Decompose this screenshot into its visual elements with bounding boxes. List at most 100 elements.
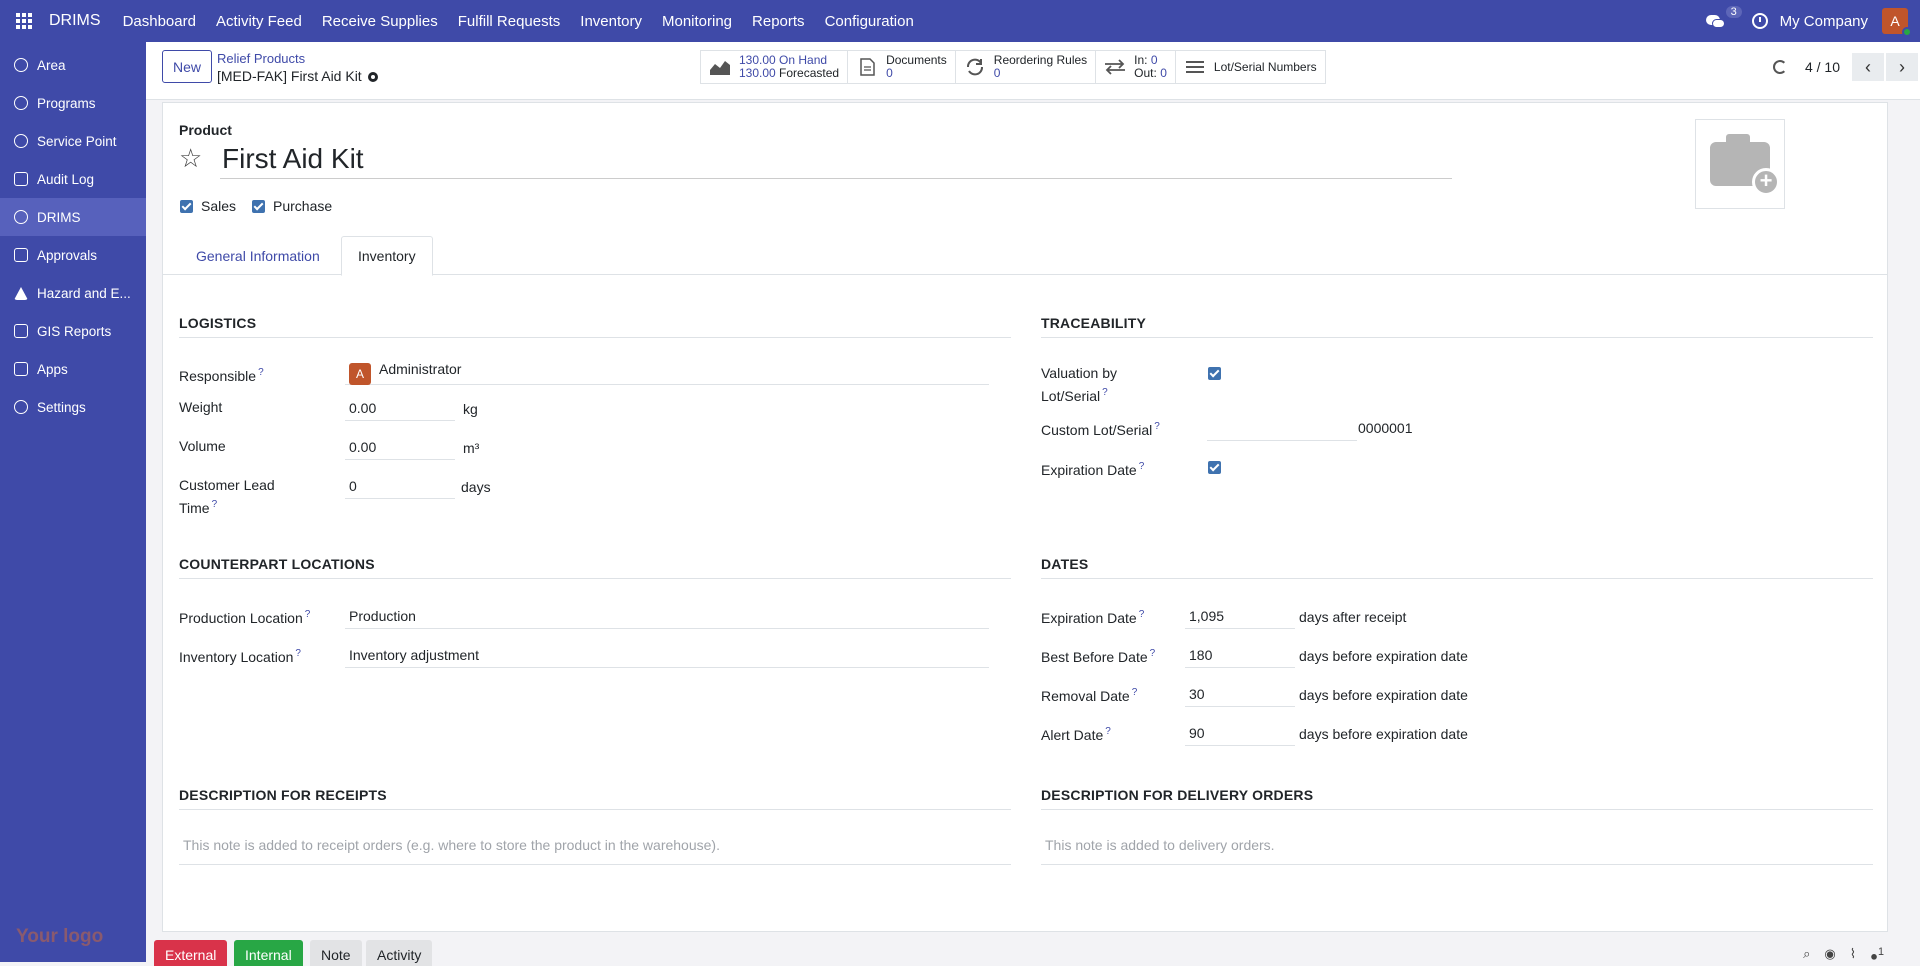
alert-days-input[interactable]: 90: [1185, 722, 1295, 746]
pager-next-button[interactable]: ›: [1886, 53, 1918, 81]
paperclip-icon[interactable]: ⌇: [1850, 946, 1856, 963]
favorite-star-icon[interactable]: ☆: [179, 143, 202, 174]
help-icon[interactable]: ?: [1139, 461, 1145, 472]
sidebar-item-settings[interactable]: Settings: [0, 388, 146, 426]
customer-lead-time-input[interactable]: 0: [345, 475, 455, 499]
sidebar-item-programs[interactable]: Programs: [0, 84, 146, 122]
best-before-days-input[interactable]: 180: [1185, 644, 1295, 668]
gear-icon[interactable]: [367, 72, 378, 82]
camera-icon: +: [1710, 134, 1780, 196]
responsible-label: Responsible?: [179, 363, 264, 386]
apps-menu-button[interactable]: [0, 0, 48, 42]
help-icon[interactable]: ?: [258, 367, 264, 378]
sidebar-item-audit-log[interactable]: Audit Log: [0, 160, 146, 198]
purchase-checkbox[interactable]: Purchase: [252, 198, 332, 214]
expiration-days-input[interactable]: 1,095: [1185, 605, 1295, 629]
send-message-button[interactable]: External: [154, 940, 228, 966]
expiration-date-checkbox[interactable]: [1208, 461, 1221, 474]
checkbox-checked-icon: [252, 199, 265, 213]
in-out-button[interactable]: In: 0 Out: 0: [1096, 51, 1176, 83]
receipts-section-title: DESCRIPTION FOR RECEIPTS: [179, 787, 1011, 810]
new-button[interactable]: New: [162, 50, 212, 83]
help-icon[interactable]: ?: [1102, 387, 1108, 398]
company-switcher[interactable]: My Company: [1780, 13, 1868, 30]
lot-serial-button[interactable]: Lot/Serial Numbers: [1176, 51, 1325, 83]
activity-clock-icon[interactable]: [1751, 13, 1768, 29]
plus-icon: +: [1752, 168, 1780, 196]
sidebar-item-label: Hazard and E...: [37, 285, 131, 301]
help-icon[interactable]: ?: [1150, 648, 1156, 659]
menu-reports[interactable]: Reports: [752, 13, 805, 30]
logistics-section-title: LOGISTICS: [179, 315, 1011, 338]
delivery-description-input[interactable]: This note is added to delivery orders.: [1041, 825, 1873, 865]
messages-count-badge: 3: [1725, 6, 1742, 18]
eye-icon[interactable]: ◉: [1824, 946, 1835, 963]
on-hand-button[interactable]: 130.00 On Hand 130.00 Forecasted: [701, 51, 849, 83]
weight-input[interactable]: 0.00: [345, 397, 455, 421]
lead-time-unit: days: [461, 479, 491, 495]
help-icon[interactable]: ?: [1154, 421, 1160, 432]
custom-lot-prefix-input[interactable]: [1207, 417, 1357, 441]
documents-button[interactable]: Documents 0: [848, 51, 956, 83]
sales-checkbox[interactable]: Sales: [180, 198, 236, 214]
inventory-location-field[interactable]: Inventory adjustment: [345, 644, 989, 668]
custom-lot-label-text: Custom Lot/Serial: [1041, 422, 1153, 438]
volume-input[interactable]: 0.00: [345, 436, 455, 460]
followers-button[interactable]: ●1: [1870, 946, 1884, 963]
list-icon: [1185, 61, 1204, 73]
help-icon[interactable]: ?: [1105, 726, 1111, 737]
sidebar-item-area[interactable]: Area: [0, 46, 146, 84]
removal-days-input[interactable]: 30: [1185, 683, 1295, 707]
pager: 4 / 10 ‹ ›: [1772, 50, 1920, 84]
log-note-button[interactable]: Internal: [234, 940, 303, 966]
menu-fulfill-requests[interactable]: Fulfill Requests: [458, 13, 561, 30]
help-icon[interactable]: ?: [212, 499, 218, 510]
reload-icon[interactable]: [1772, 60, 1787, 74]
warning-icon: [14, 286, 28, 300]
custom-lot-value[interactable]: 0000001: [1358, 420, 1413, 436]
dates-section-title: DATES: [1041, 556, 1873, 579]
reordering-rules-button[interactable]: Reordering Rules 0: [956, 51, 1097, 83]
tab-general-information[interactable]: General Information: [180, 236, 336, 276]
counterpart-section-title: COUNTERPART LOCATIONS: [179, 556, 1011, 579]
menu-inventory[interactable]: Inventory: [580, 13, 642, 30]
sidebar-item-gis-reports[interactable]: GIS Reports: [0, 312, 146, 350]
messages-icon[interactable]: 3: [1705, 6, 1742, 29]
note-button[interactable]: Note: [310, 940, 362, 966]
menu-configuration[interactable]: Configuration: [825, 13, 914, 30]
menu-monitoring[interactable]: Monitoring: [662, 13, 732, 30]
help-icon[interactable]: ?: [1139, 609, 1145, 620]
expiration-date-label: Expiration Date?: [1041, 457, 1144, 480]
product-name-input[interactable]: First Aid Kit: [220, 143, 1452, 179]
sidebar-item-approvals[interactable]: Approvals: [0, 236, 146, 274]
user-icon: ●: [1870, 948, 1878, 964]
production-location-label: Production Location?: [179, 605, 310, 628]
menu-activity-feed[interactable]: Activity Feed: [216, 13, 302, 30]
help-icon[interactable]: ?: [295, 648, 301, 659]
weight-label: Weight: [179, 399, 223, 415]
production-location-field[interactable]: Production: [345, 605, 989, 629]
menu-dashboard[interactable]: Dashboard: [123, 13, 196, 30]
help-icon[interactable]: ?: [1132, 687, 1138, 698]
valuation-lot-checkbox[interactable]: [1208, 367, 1221, 380]
sidebar-item-hazard[interactable]: Hazard and E...: [0, 274, 146, 312]
pager-previous-button[interactable]: ‹: [1852, 53, 1884, 81]
form-tabs: General Information Inventory: [163, 233, 1887, 276]
approvals-icon: [14, 248, 28, 262]
user-avatar[interactable]: A: [1882, 8, 1912, 37]
sidebar-item-service-point[interactable]: Service Point: [0, 122, 146, 160]
sidebar-item-apps[interactable]: Apps: [0, 350, 146, 388]
app-brand[interactable]: DRIMS: [49, 12, 101, 30]
product-image[interactable]: +: [1695, 119, 1785, 209]
responsible-field[interactable]: A Administrator: [345, 361, 989, 385]
breadcrumb-parent[interactable]: Relief Products: [217, 51, 305, 66]
menu-receive-supplies[interactable]: Receive Supplies: [322, 13, 438, 30]
sidebar-item-drims[interactable]: DRIMS: [0, 198, 146, 236]
help-icon[interactable]: ?: [305, 609, 311, 620]
reordering-label: Reordering Rules: [993, 53, 1088, 67]
receipts-description-input[interactable]: This note is added to receipt orders (e.…: [179, 825, 1011, 865]
pager-value[interactable]: 4 / 10: [1805, 59, 1840, 75]
search-icon[interactable]: ⌕: [1803, 946, 1810, 963]
tab-inventory[interactable]: Inventory: [341, 236, 433, 276]
activity-button[interactable]: Activity: [366, 940, 433, 966]
